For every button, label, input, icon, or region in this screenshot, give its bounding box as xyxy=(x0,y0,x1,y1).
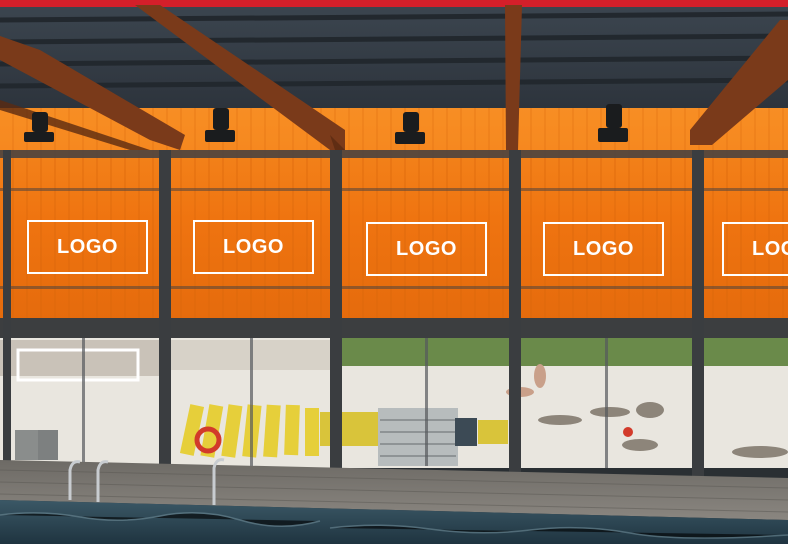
banner-logo-label: LOGO xyxy=(573,237,634,260)
banner-logo-label: LOGO xyxy=(396,237,457,260)
banner-logo-label: LOGO xyxy=(57,235,118,258)
banner-logo-label: LOGO xyxy=(752,237,788,260)
banner-logo-3: LOGO xyxy=(366,222,487,276)
banner-logo-label: LOGO xyxy=(223,235,284,258)
banner-logo-1: LOGO xyxy=(27,220,148,274)
banner-logo-5: LOGO xyxy=(722,222,788,276)
pool-hall-photo: LOGO LOGO LOGO LOGO LOGO xyxy=(0,0,788,544)
lintel xyxy=(0,318,788,338)
bench xyxy=(378,408,458,466)
banner-logo-2: LOGO xyxy=(193,220,314,274)
banner-logo-4: LOGO xyxy=(543,222,664,276)
top-red-stripe xyxy=(0,0,788,7)
